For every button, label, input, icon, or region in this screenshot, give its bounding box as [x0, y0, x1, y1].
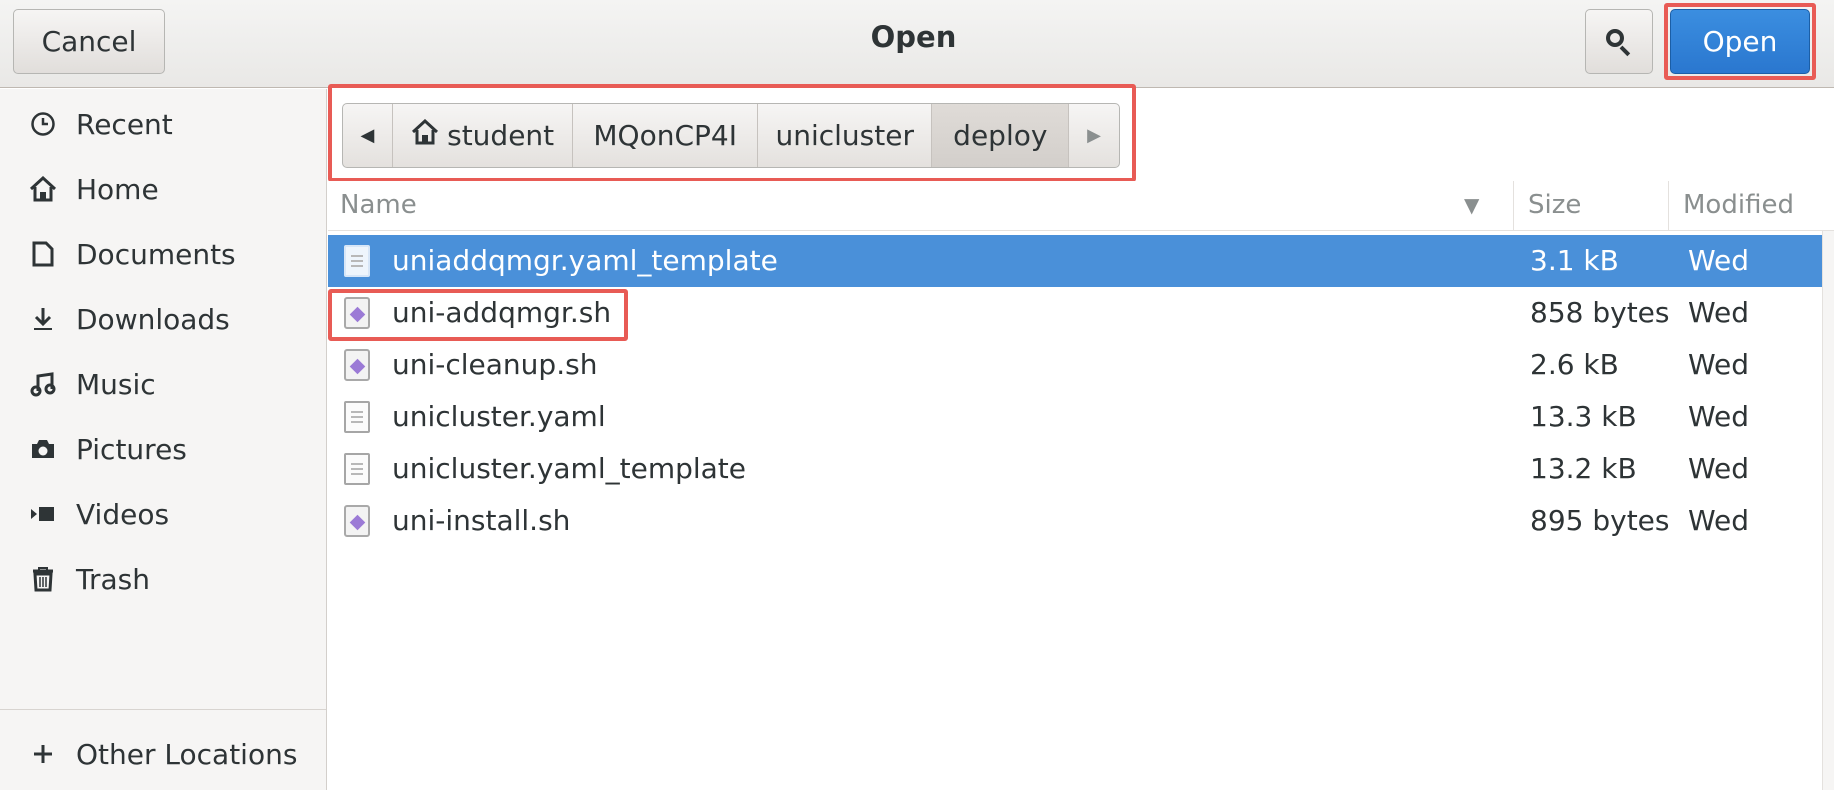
- cancel-button[interactable]: Cancel: [13, 9, 165, 74]
- sidebar-item-videos[interactable]: Videos: [0, 479, 326, 549]
- file-modified: Wed: [1688, 244, 1750, 277]
- camera-icon: [28, 434, 58, 464]
- search-button[interactable]: [1585, 9, 1653, 74]
- column-header-name[interactable]: Name: [340, 190, 417, 220]
- file-row[interactable]: unicluster.yaml_template 13.2 kB Wed: [328, 443, 1822, 495]
- file-name: uniaddqmgr.yaml_template: [392, 244, 778, 277]
- text-file-icon: [344, 453, 370, 485]
- plus-icon: [28, 739, 58, 769]
- column-divider: [1513, 181, 1514, 231]
- open-button-highlight: [1664, 3, 1816, 80]
- file-modified: Wed: [1688, 296, 1750, 329]
- file-row[interactable]: uniaddqmgr.yaml_template 3.1 kB Wed: [328, 235, 1822, 287]
- file-row[interactable]: unicluster.yaml 13.3 kB Wed: [328, 391, 1822, 443]
- text-file-icon: [344, 245, 370, 277]
- sidebar-item-pictures[interactable]: Pictures: [0, 414, 326, 484]
- file-modified: Wed: [1688, 452, 1750, 485]
- path-bar-highlight: [328, 84, 1136, 182]
- column-divider: [1668, 181, 1669, 231]
- sidebar-item-downloads[interactable]: Downloads: [0, 284, 326, 354]
- file-name: unicluster.yaml_template: [392, 452, 747, 485]
- trash-icon: [28, 564, 58, 594]
- sidebar-separator: [0, 709, 326, 710]
- sidebar-item-trash[interactable]: Trash: [0, 544, 326, 614]
- document-icon: [28, 239, 58, 269]
- download-icon: [28, 304, 58, 334]
- sidebar-item-label: Documents: [76, 237, 236, 271]
- file-name: uni-install.sh: [392, 504, 571, 537]
- sort-down-icon: ▼: [1464, 193, 1480, 217]
- video-icon: [28, 499, 58, 529]
- sidebar-item-label: Videos: [76, 497, 170, 531]
- sidebar-item-other-locations[interactable]: Other Locations: [0, 719, 326, 789]
- text-file-icon: [344, 401, 370, 433]
- script-file-icon: [344, 349, 370, 381]
- sidebar-item-label: Pictures: [76, 432, 187, 466]
- file-modified: Wed: [1688, 400, 1750, 433]
- scrollbar-track[interactable]: [1822, 231, 1834, 790]
- file-row[interactable]: uni-cleanup.sh 2.6 kB Wed: [328, 339, 1822, 391]
- file-modified: Wed: [1688, 504, 1750, 537]
- column-header-size[interactable]: Size: [1528, 190, 1581, 220]
- file-list-header: Name ▼ Size Modified: [328, 181, 1834, 231]
- file-size: 895 bytes: [1530, 504, 1670, 537]
- file-size: 13.3 kB: [1530, 400, 1637, 433]
- file-row[interactable]: uni-install.sh 895 bytes Wed: [328, 495, 1822, 547]
- file-chooser-dialog: Cancel Open Open Recent Home Documents D…: [0, 0, 1834, 790]
- column-header-modified[interactable]: Modified: [1683, 190, 1794, 220]
- home-icon: [28, 174, 58, 204]
- file-size: 858 bytes: [1530, 296, 1670, 329]
- cancel-button-label: Cancel: [41, 25, 137, 58]
- music-icon: [28, 369, 58, 399]
- header-bar: Cancel Open Open: [0, 0, 1834, 88]
- file-modified: Wed: [1688, 348, 1750, 381]
- places-sidebar: Recent Home Documents Downloads Music Pi…: [0, 89, 327, 790]
- clock-icon: [28, 109, 58, 139]
- script-file-icon: [344, 505, 370, 537]
- file-size: 2.6 kB: [1530, 348, 1619, 381]
- file-size: 3.1 kB: [1530, 244, 1619, 277]
- file-size: 13.2 kB: [1530, 452, 1637, 485]
- sidebar-item-label: Music: [76, 367, 156, 401]
- sidebar-item-music[interactable]: Music: [0, 349, 326, 419]
- sidebar-item-recent[interactable]: Recent: [0, 89, 326, 159]
- file-name: unicluster.yaml: [392, 400, 606, 433]
- dialog-title: Open: [870, 20, 957, 54]
- sidebar-item-home[interactable]: Home: [0, 154, 326, 224]
- file-highlight: [328, 289, 628, 341]
- sidebar-item-label: Other Locations: [76, 737, 298, 771]
- sidebar-item-documents[interactable]: Documents: [0, 219, 326, 289]
- file-name: uni-cleanup.sh: [392, 348, 598, 381]
- sidebar-item-label: Trash: [76, 562, 150, 596]
- search-icon: [1606, 28, 1632, 56]
- sidebar-item-label: Downloads: [76, 302, 230, 336]
- sidebar-item-label: Recent: [76, 107, 173, 141]
- sidebar-item-label: Home: [76, 172, 159, 206]
